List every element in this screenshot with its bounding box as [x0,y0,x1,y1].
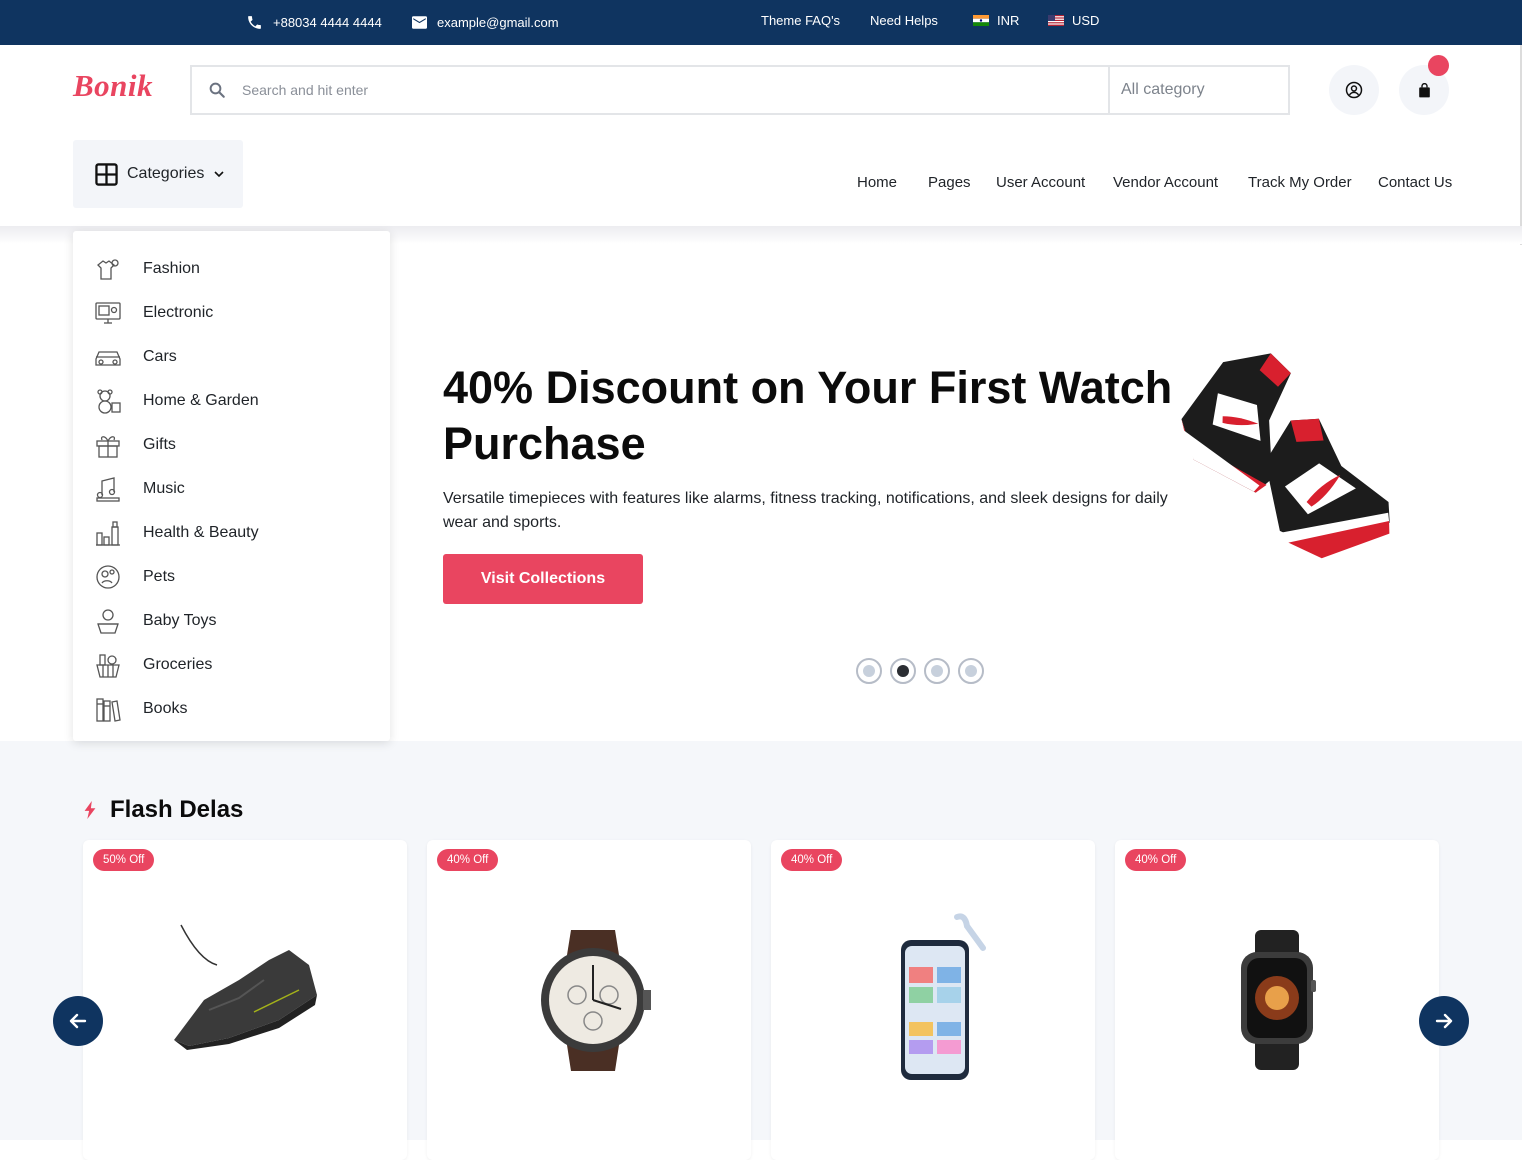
category-label: Baby Toys [143,612,217,629]
beauty-icon [93,518,123,548]
nav-contact-us[interactable]: Contact Us [1378,170,1452,194]
category-item-cars[interactable]: Cars [93,341,177,373]
nav-user-account[interactable]: User Account [996,170,1085,194]
slide-dot-3[interactable] [924,658,950,684]
inr-label: INR [997,13,1020,28]
pet-icon [93,562,123,592]
sneaker-image [174,924,317,1050]
category-label: Health & Beauty [143,524,259,541]
discount-badge: 40% Off [437,849,499,871]
email-address: example@gmail.com [437,15,559,30]
category-dropdown: Fashion Electronic Cars Home & Garden Gi… [73,231,390,741]
category-item-gifts[interactable]: Gifts [93,429,176,461]
arrow-right-icon [1435,1013,1453,1029]
carousel-next-button[interactable] [1419,996,1469,1046]
product-card[interactable]: 40% Off [1115,840,1439,1160]
search-bar: All category [190,65,1290,115]
category-label: Fashion [143,260,200,277]
category-label: Pets [143,568,176,585]
us-flag-icon [1048,15,1064,26]
grid-icon [95,162,118,186]
account-button[interactable] [1329,65,1379,115]
category-item-music[interactable]: Music [93,473,185,505]
slide-dot-2[interactable] [890,658,916,684]
nav-track-my-order[interactable]: Track My Order [1248,170,1352,194]
currency-usd[interactable]: USD [1048,0,1099,43]
mail-icon [412,16,427,29]
category-select[interactable]: All category [1108,67,1288,113]
product-card[interactable]: 50% Off [83,840,407,1160]
theme-faq-label: Theme FAQ's [761,13,841,28]
top-bar: +88034 4444 4444 example@gmail.com Theme… [0,0,1522,45]
category-item-baby-toys[interactable]: Baby Toys [93,605,217,637]
shopping-bag-icon [1418,82,1430,97]
discount-badge: 50% Off [93,849,155,871]
email-contact[interactable]: example@gmail.com [412,0,559,45]
lightning-icon [84,801,96,819]
need-helps-link[interactable]: Need Helps [870,0,938,43]
category-label: Electronic [143,304,214,321]
discount-badge: 40% Off [781,849,843,871]
basket-icon [93,650,123,680]
nav-vendor-account[interactable]: Vendor Account [1113,170,1218,194]
hero-title: 40% Discount on Your First Watch Purchas… [443,362,1173,469]
user-circle-icon [1345,81,1363,99]
category-item-fashion[interactable]: Fashion [93,253,200,285]
need-helps-label: Need Helps [870,13,938,28]
categories-button[interactable]: Categories [73,140,243,208]
category-item-pets[interactable]: Pets [93,561,175,593]
product-card[interactable]: 40% Off [427,840,751,1160]
fashion-icon [93,254,123,284]
watch-image [541,930,651,1071]
music-icon [93,474,123,504]
monitor-icon [93,298,123,328]
nav-pages[interactable]: Pages [928,170,971,194]
flash-deals-title: Flash Delas [110,796,244,823]
flash-deals-heading: Flash Delas [82,796,243,824]
teddy-bear-icon [93,386,123,416]
india-flag-icon [973,15,989,26]
search-icon[interactable] [192,81,242,99]
category-label: Books [143,700,188,717]
logo[interactable]: Bonik [73,68,153,104]
hero-description: Versatile timepieces with features like … [443,490,1168,531]
slide-dot-1[interactable] [856,658,882,684]
cart-count-badge [1428,55,1449,76]
books-icon [93,694,123,724]
hero-sneakers-image [1179,353,1390,559]
car-icon [93,342,123,372]
nav-home[interactable]: Home [857,170,897,194]
category-label: Gifts [143,436,176,453]
product-card[interactable]: 40% Off [771,840,1095,1160]
category-label: Home & Garden [143,392,259,409]
carousel-prev-button[interactable] [53,996,103,1046]
smartphone-image [901,913,986,1080]
phone-icon [248,16,261,29]
category-label: Music [143,480,185,497]
category-item-books[interactable]: Books [93,693,187,725]
discount-badge: 40% Off [1125,849,1187,871]
visit-collections-button[interactable]: Visit Collections [443,554,643,604]
category-item-groceries[interactable]: Groceries [93,649,212,681]
slide-dot-4[interactable] [958,658,984,684]
theme-faq-link[interactable]: Theme FAQ's [761,0,840,43]
category-item-home-garden[interactable]: Home & Garden [93,385,259,417]
phone-contact[interactable]: +88034 4444 4444 [246,0,382,45]
category-item-electronic[interactable]: Electronic [93,297,213,329]
category-label: Groceries [143,656,213,673]
categories-label: Categories [127,165,205,182]
chevron-down-icon [214,171,224,178]
search-input[interactable] [242,67,1108,113]
category-label: Cars [143,348,177,365]
arrow-left-icon [69,1013,87,1029]
category-item-health-beauty[interactable]: Health & Beauty [93,517,259,549]
smartwatch-image [1241,930,1316,1070]
gift-icon [93,430,123,460]
phone-number: +88034 4444 4444 [273,15,382,30]
usd-label: USD [1072,13,1100,28]
baby-icon [93,606,123,636]
currency-inr[interactable]: INR [973,0,1019,43]
